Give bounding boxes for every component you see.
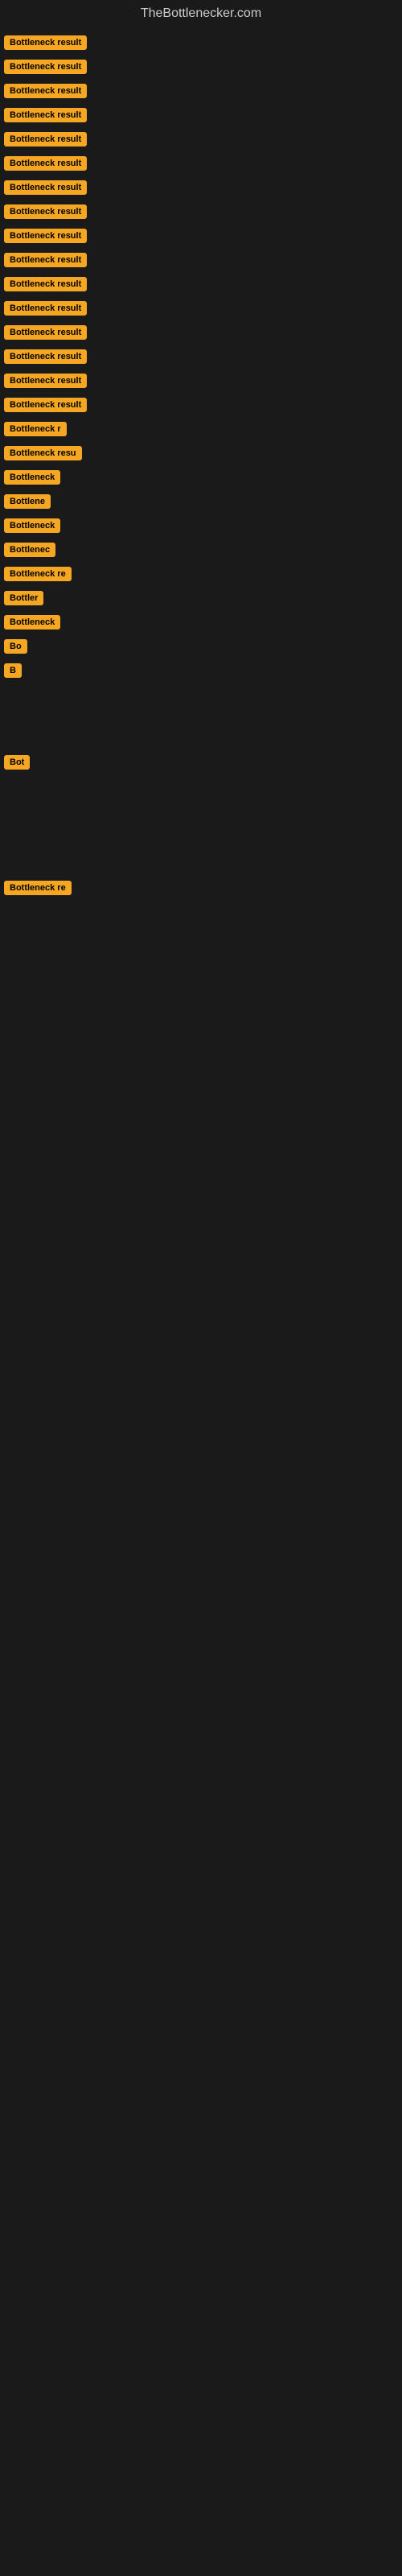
list-item[interactable]: Bottleneck result — [4, 132, 398, 147]
site-title: TheBottlenecker.com — [0, 0, 402, 27]
bottleneck-badge[interactable]: Bottleneck result — [4, 156, 87, 171]
bottleneck-badge[interactable]: Bot — [4, 755, 30, 770]
bottleneck-badge[interactable]: Bottleneck result — [4, 253, 87, 267]
list-item[interactable]: Bottleneck r — [4, 422, 398, 436]
list-item[interactable]: Bottler — [4, 591, 398, 605]
bottleneck-badge[interactable]: Bottleneck result — [4, 349, 87, 364]
bottleneck-badge[interactable]: Bottleneck — [4, 470, 60, 485]
list-item[interactable] — [4, 687, 398, 712]
list-item[interactable]: Bottleneck — [4, 470, 398, 485]
list-item[interactable]: Bottleneck resu — [4, 446, 398, 460]
bottleneck-badge[interactable]: Bottleneck re — [4, 881, 72, 895]
list-item[interactable]: Bottleneck result — [4, 180, 398, 195]
list-item[interactable]: Bottleneck result — [4, 398, 398, 412]
bottleneck-badge[interactable]: Bottleneck result — [4, 180, 87, 195]
bottleneck-badge[interactable]: B — [4, 663, 22, 678]
list-item[interactable]: Bottleneck result — [4, 156, 398, 171]
bottleneck-badge[interactable]: Bottleneck result — [4, 204, 87, 219]
list-item[interactable]: B — [4, 663, 398, 678]
list-item[interactable]: Bottleneck result — [4, 60, 398, 74]
list-item[interactable]: Bottleneck result — [4, 229, 398, 243]
list-item[interactable]: Bottleneck result — [4, 35, 398, 50]
bottleneck-badge[interactable]: Bottleneck result — [4, 277, 87, 291]
bottleneck-badge[interactable]: Bottleneck re — [4, 567, 72, 581]
bottleneck-badge[interactable]: Bottleneck result — [4, 301, 87, 316]
list-item[interactable]: Bottleneck result — [4, 301, 398, 316]
list-item[interactable]: Bottleneck result — [4, 84, 398, 98]
list-item[interactable] — [4, 779, 398, 803]
bottleneck-badge[interactable]: Bottleneck result — [4, 108, 87, 122]
list-item[interactable] — [4, 721, 398, 745]
list-item[interactable] — [4, 905, 398, 929]
list-item[interactable]: Bottleneck — [4, 615, 398, 630]
bottleneck-badge[interactable]: Bottleneck result — [4, 374, 87, 388]
bottleneck-badge[interactable]: Bottleneck resu — [4, 446, 82, 460]
list-item[interactable]: Bottlenec — [4, 543, 398, 557]
list-item[interactable]: Bottleneck result — [4, 374, 398, 388]
list-item[interactable]: Bottleneck — [4, 518, 398, 533]
bottleneck-badge[interactable]: Bottlenec — [4, 543, 55, 557]
list-item[interactable]: Bot — [4, 755, 398, 770]
list-item[interactable]: Bottleneck result — [4, 349, 398, 364]
list-item[interactable]: Bottleneck result — [4, 204, 398, 219]
bottleneck-badge[interactable]: Bottleneck result — [4, 229, 87, 243]
list-item[interactable]: Bo — [4, 639, 398, 654]
list-item[interactable]: Bottleneck result — [4, 108, 398, 122]
list-item[interactable]: Bottleneck result — [4, 277, 398, 291]
bottleneck-badge[interactable]: Bottleneck result — [4, 35, 87, 50]
bottleneck-badge[interactable]: Bottler — [4, 591, 43, 605]
list-item[interactable]: Bottleneck result — [4, 253, 398, 267]
bottleneck-badge[interactable]: Bottleneck result — [4, 325, 87, 340]
list-item[interactable]: Bottleneck re — [4, 881, 398, 895]
list-item[interactable]: Bottleneck re — [4, 567, 398, 581]
bottleneck-badge[interactable]: Bottleneck — [4, 518, 60, 533]
list-item[interactable] — [4, 847, 398, 871]
bottleneck-badge[interactable]: Bottleneck result — [4, 84, 87, 98]
list-item[interactable]: Bottlene — [4, 494, 398, 509]
bottleneck-badge[interactable]: Bo — [4, 639, 27, 654]
bottleneck-badge[interactable]: Bottleneck result — [4, 60, 87, 74]
bottleneck-badge[interactable]: Bottleneck r — [4, 422, 67, 436]
list-item[interactable]: Bottleneck result — [4, 325, 398, 340]
bottleneck-badge[interactable]: Bottleneck — [4, 615, 60, 630]
bottleneck-badge[interactable]: Bottlene — [4, 494, 51, 509]
items-container: Bottleneck result Bottleneck result Bottle… — [0, 27, 402, 980]
list-item[interactable] — [4, 939, 398, 963]
list-item[interactable] — [4, 813, 398, 837]
bottleneck-badge[interactable]: Bottleneck result — [4, 132, 87, 147]
bottleneck-badge[interactable]: Bottleneck result — [4, 398, 87, 412]
